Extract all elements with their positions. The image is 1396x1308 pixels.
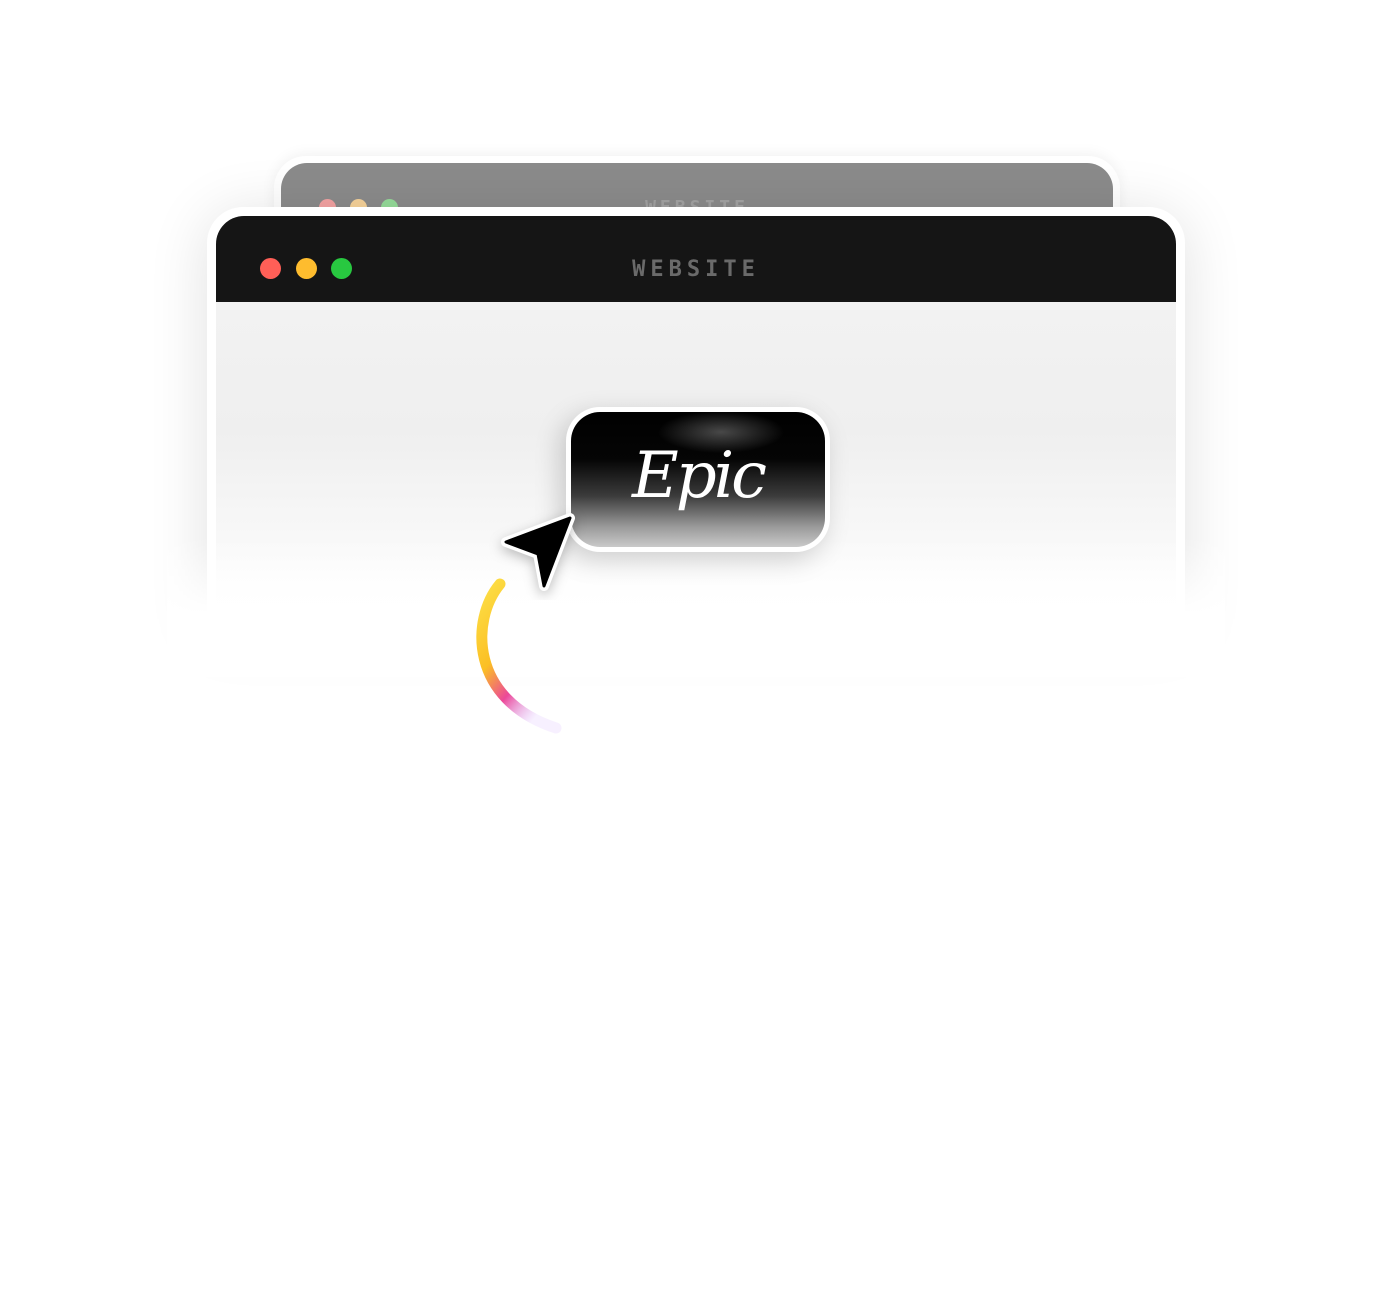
pointer-arrow-icon — [501, 513, 575, 591]
scene: WEBSITE WEBSITE Epic — [0, 0, 1396, 1308]
epic-button[interactable]: Epic — [566, 407, 830, 552]
front-window-titlebar: WEBSITE — [216, 216, 1176, 302]
epic-button-label: Epic — [632, 438, 767, 513]
front-window-title: WEBSITE — [632, 257, 760, 282]
epic-button-face: Epic — [571, 412, 825, 547]
